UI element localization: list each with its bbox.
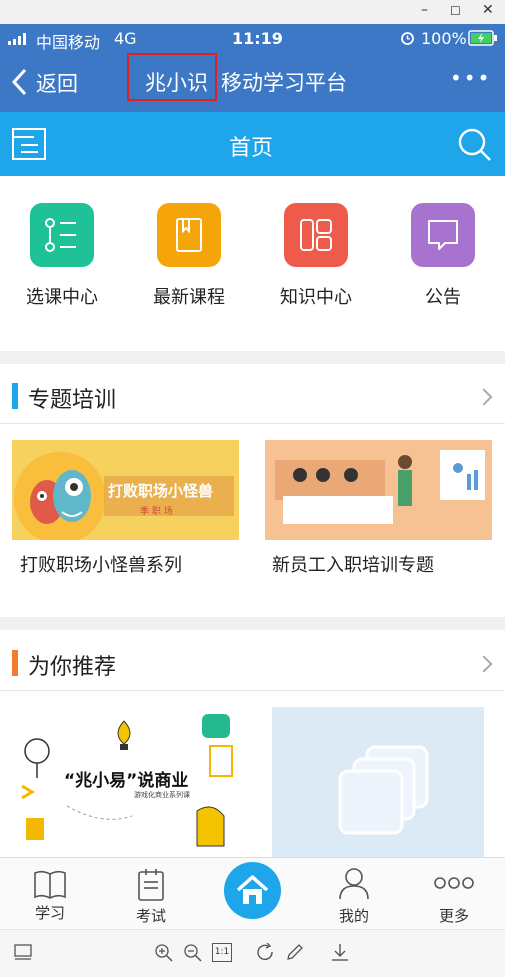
more-icon [434, 877, 474, 889]
image-viewer-toolbar: 1:1 [0, 929, 505, 977]
section-accent-bar [12, 650, 18, 676]
tab-study[interactable]: 学习 [15, 866, 85, 926]
nav-bar: 返回 兆小识 移动学习平台 ••• [0, 52, 505, 112]
back-button[interactable]: 返回 [10, 64, 90, 100]
home-icon [236, 875, 269, 904]
time-label: 11:19 [232, 29, 283, 48]
shortcut-label: 最新课程 [153, 287, 225, 308]
chevron-right-icon[interactable] [475, 388, 493, 406]
rotate-icon[interactable] [256, 943, 276, 963]
chat-bubble-icon [411, 203, 475, 267]
shortcut-course-center[interactable]: 选课中心 [12, 176, 112, 346]
banner-text: “兆小易”说商业 [64, 771, 189, 791]
tab-label: 我的 [338, 907, 369, 925]
tab-label: 考试 [135, 907, 166, 925]
maximize-button[interactable]: ☐ [450, 4, 461, 18]
more-menu-button[interactable]: ••• [450, 66, 491, 90]
shortcut-row: 选课中心 最新课程 知识中心 公告 [0, 176, 505, 351]
recommend-card-business[interactable]: “兆小易”说商业 游戏化商业系列课 [12, 706, 240, 856]
section-title-topics: 专题培训 [28, 388, 117, 413]
page-title-highlight: 兆小识 [145, 71, 208, 95]
signal-icon [8, 33, 26, 45]
exam-icon [138, 869, 164, 901]
tab-label: 更多 [438, 907, 469, 925]
window-title-bar: – ☐ ✕ [0, 0, 505, 24]
image-placeholder-icon [338, 745, 429, 835]
user-icon [339, 868, 369, 900]
course-select-icon [30, 203, 94, 267]
tab-home[interactable] [224, 862, 281, 919]
topic-card-title[interactable]: 打败职场小怪兽系列 [20, 551, 182, 577]
shortcut-latest-courses[interactable]: 最新课程 [139, 176, 239, 346]
status-bar: 中国移动 4G 11:19 100% [0, 24, 505, 52]
section-divider [0, 351, 505, 364]
topic-card-title[interactable]: 新员工入职培训专题 [272, 551, 434, 577]
download-icon[interactable] [330, 942, 350, 962]
page-title: 移动学习平台 [221, 71, 347, 95]
tab-mine[interactable]: 我的 [319, 866, 389, 926]
chevron-left-icon [11, 68, 27, 96]
tab-label: 学习 [34, 904, 65, 922]
menu-list-icon[interactable] [12, 128, 46, 160]
close-button[interactable]: ✕ [482, 2, 494, 18]
topic-card-banner-monster[interactable]: 打败职场小怪兽 季 职 场 [12, 440, 239, 540]
home-header: 首页 [0, 112, 505, 176]
banner-subtext: 游戏化商业系列课 [134, 791, 190, 799]
banner-subtext: 季 职 场 [140, 507, 173, 517]
thumbnail-icon[interactable] [14, 944, 32, 962]
alarm-icon [401, 32, 414, 45]
search-icon[interactable] [456, 126, 492, 162]
divider [0, 690, 505, 691]
banner-text: 打败职场小怪兽 [108, 482, 214, 500]
zoom-in-icon[interactable] [154, 943, 174, 963]
shortcut-label: 公告 [425, 287, 461, 308]
training-room-illustration [265, 440, 492, 540]
recommend-card-placeholder[interactable] [272, 707, 484, 857]
tab-exam[interactable]: 考试 [116, 866, 186, 926]
edit-pen-icon[interactable] [285, 942, 305, 962]
tab-more[interactable]: 更多 [419, 866, 489, 926]
divider [0, 423, 505, 424]
section-title-recommend: 为你推荐 [28, 655, 117, 680]
chevron-right-icon[interactable] [475, 655, 493, 673]
shortcut-label: 选课中心 [26, 287, 98, 308]
actual-size-button[interactable]: 1:1 [212, 943, 232, 962]
book-icon [34, 870, 66, 899]
zoom-out-icon[interactable] [183, 943, 203, 963]
book-icon [157, 203, 221, 267]
minimize-button[interactable]: – [421, 2, 428, 18]
shortcut-knowledge-center[interactable]: 知识中心 [266, 176, 366, 346]
carrier-label: 中国移动 [36, 33, 101, 52]
bottom-tab-bar: 学习 考试 我的 更多 [0, 857, 505, 930]
topic-card-banner-onboarding[interactable] [265, 440, 492, 540]
header-title: 首页 [229, 136, 274, 161]
network-label: 4G [114, 29, 137, 48]
shortcut-announcement[interactable]: 公告 [393, 176, 493, 346]
battery-icon [468, 30, 497, 46]
back-label: 返回 [36, 72, 78, 96]
grid-layout-icon [284, 203, 348, 267]
battery-percent: 100% [421, 29, 467, 48]
shortcut-label: 知识中心 [280, 287, 352, 308]
section-accent-bar [12, 383, 18, 409]
section-divider [0, 617, 505, 630]
